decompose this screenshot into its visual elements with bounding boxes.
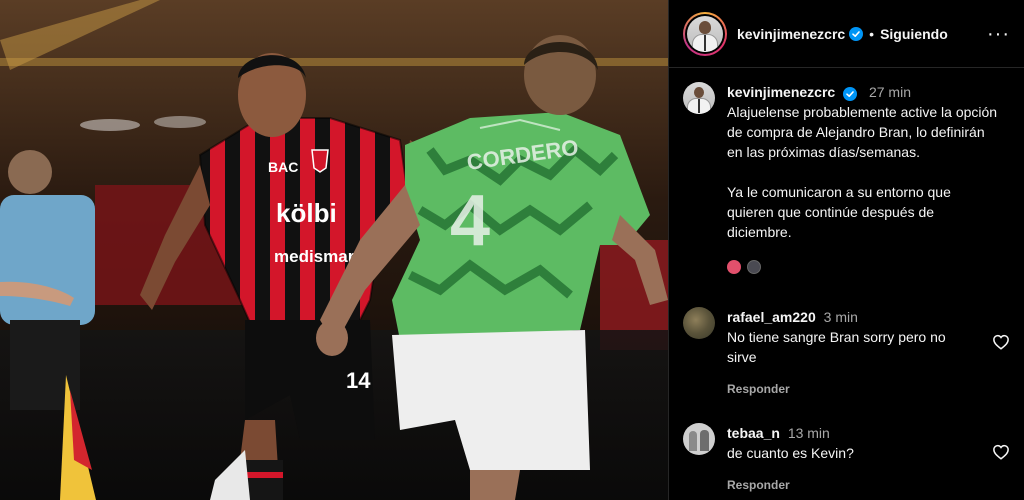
instagram-post-view: BAC kölbi medismart 14 CORDERO 4 kevinji… [0, 0, 1024, 500]
comment-username[interactable]: tebaa_n [727, 425, 780, 441]
commenter-avatar[interactable] [683, 423, 715, 455]
comment-text: de cuanto es Kevin? [727, 445, 854, 461]
caption-text: Alajuelense probablemente active la opci… [727, 104, 998, 240]
comment-timestamp[interactable]: 3 min [824, 309, 858, 325]
reaction-emojis [727, 260, 999, 274]
commenter-avatar[interactable] [683, 307, 715, 339]
caption-timestamp[interactable]: 27 min [869, 84, 911, 100]
comment-username[interactable]: rafael_am220 [727, 309, 816, 325]
shorts-number: 14 [346, 368, 371, 393]
jersey-sponsor-medismart: medismart [274, 247, 360, 266]
more-options-icon[interactable]: ··· [987, 24, 1010, 44]
verified-badge-icon [849, 26, 864, 41]
reply-button[interactable]: Responder [727, 475, 1010, 495]
avatar[interactable] [683, 82, 715, 114]
post-author-username[interactable]: kevinjimenezcrc [737, 26, 845, 42]
like-heart-icon[interactable] [992, 333, 1010, 351]
separator-dot: • [869, 25, 875, 42]
comment-timestamp[interactable]: 13 min [788, 425, 830, 441]
avatar [687, 15, 723, 52]
comment-text: No tiene sangre Bran sorry pero no sirve [727, 329, 946, 365]
verified-badge-icon [843, 87, 858, 101]
opponent-number: 4 [450, 181, 490, 261]
post-photo[interactable]: BAC kölbi medismart 14 CORDERO 4 [0, 0, 668, 500]
caption-username[interactable]: kevinjimenezcrc [727, 84, 835, 100]
emoji-icon [747, 260, 761, 274]
emoji-icon [727, 260, 741, 274]
reply-button[interactable]: Responder [727, 379, 1010, 399]
post-sidebar: kevinjimenezcrc • Siguiendo ··· kevinjim… [668, 0, 1024, 500]
like-heart-icon[interactable] [992, 443, 1010, 461]
story-ring[interactable] [683, 11, 727, 56]
jersey-sponsor-bac: BAC [268, 159, 298, 175]
comment-item: rafael_am220 3 min No tiene sangre Bran … [683, 307, 1010, 399]
jersey-sponsor-kolbi: kölbi [276, 198, 337, 228]
post-caption: kevinjimenezcrc 27 min Alajuelense proba… [669, 68, 1024, 274]
football-match-image: BAC kölbi medismart 14 CORDERO 4 [0, 0, 668, 500]
comment-item: tebaa_n 13 min de cuanto es Kevin? Respo… [683, 423, 1010, 495]
following-button[interactable]: Siguiendo [880, 26, 948, 42]
post-header: kevinjimenezcrc • Siguiendo ··· [669, 0, 1024, 68]
